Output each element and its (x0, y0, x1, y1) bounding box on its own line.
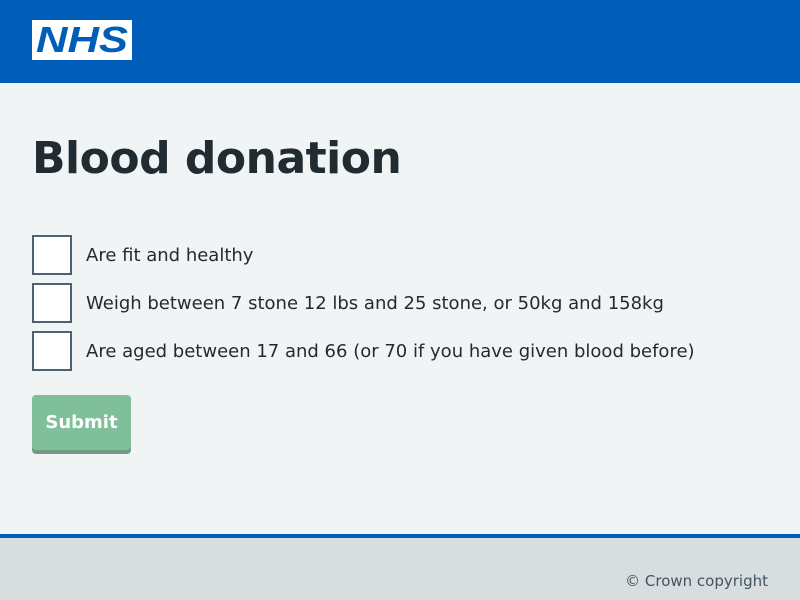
site-header: NHS (0, 0, 800, 83)
main-content: Blood donation Are fit and healthy Weigh… (0, 83, 800, 534)
checkbox-input[interactable] (32, 331, 72, 371)
checkbox-input[interactable] (32, 235, 72, 275)
copyright-text: © Crown copyright (625, 572, 768, 590)
checkbox-weight[interactable]: Weigh between 7 stone 12 lbs and 25 ston… (32, 283, 772, 323)
page-title: Blood donation (32, 133, 402, 184)
checkbox-fit-and-healthy[interactable]: Are fit and healthy (32, 235, 772, 275)
checkbox-age[interactable]: Are aged between 17 and 66 (or 70 if you… (32, 331, 772, 371)
checkbox-label: Are fit and healthy (86, 244, 254, 266)
checkbox-label: Weigh between 7 stone 12 lbs and 25 ston… (86, 292, 664, 314)
eligibility-checkbox-list: Are fit and healthy Weigh between 7 ston… (32, 235, 772, 379)
submit-button[interactable]: Submit (32, 395, 131, 450)
checkbox-label: Are aged between 17 and 66 (or 70 if you… (86, 340, 695, 362)
nhs-logo-text: NHS (36, 20, 128, 60)
nhs-logo[interactable]: NHS (32, 20, 132, 60)
nhs-logo-icon: NHS (32, 20, 132, 60)
checkbox-input[interactable] (32, 283, 72, 323)
site-footer: © Crown copyright (0, 538, 800, 600)
